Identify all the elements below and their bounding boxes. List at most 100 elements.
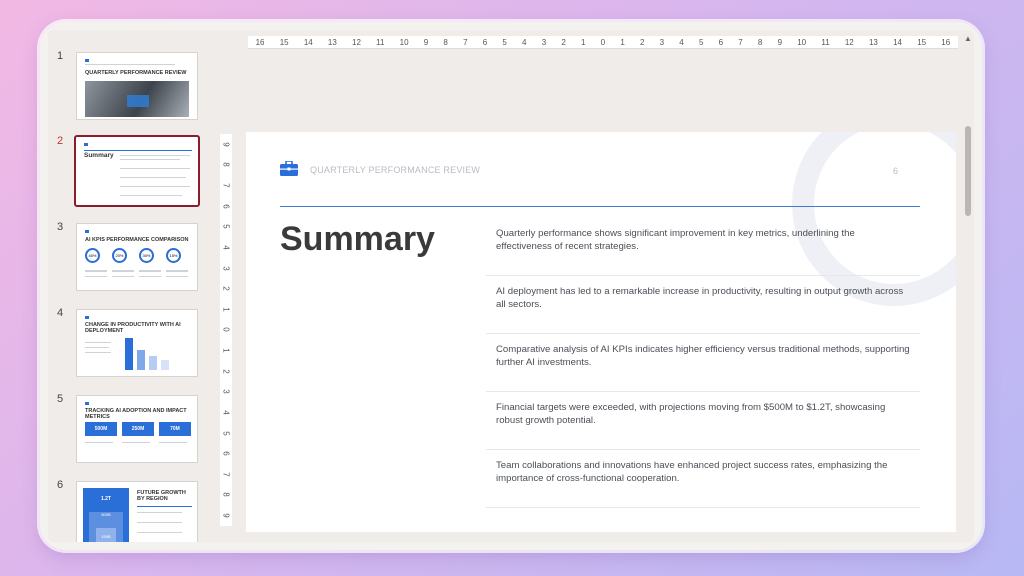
kpi-ring: 30% <box>139 248 154 263</box>
ruler-tick-label: 9 <box>777 37 783 47</box>
ruler-tick-label: 1 <box>221 307 231 312</box>
ruler-tick-label: 10 <box>399 37 409 47</box>
ruler-tick-label: 4 <box>522 37 527 47</box>
slide-thumbnail-1[interactable]: QUARTERLY PERFORMANCE REVIEW <box>76 52 198 120</box>
thumbnail-title: FUTURE GROWTH BY REGION <box>137 490 186 502</box>
horizontal-ruler[interactable]: 16 15 14 13 12 11 10 9 8 7 6 5 4 3 2 1 0 1 2 3 4 5 6 7 8 9 10 11 12 1… <box>248 36 958 49</box>
ruler-tick-label: 2 <box>639 37 645 47</box>
thumbnail-title: CHANGE IN PRODUCTIVITY WITH AI DEPLOYMEN… <box>85 322 181 334</box>
ruler-tick-label: 14 <box>303 37 313 47</box>
device-frame: 1 QUARTERLY PERFORMANCE REVIEW 2 Summary <box>40 22 982 550</box>
thumbnail-photo <box>85 81 189 117</box>
briefcase-icon <box>280 161 298 176</box>
ruler-tick-label: 11 <box>821 37 830 47</box>
ruler-tick-label: 15 <box>279 37 289 47</box>
thumbnail-title: QUARTERLY PERFORMANCE REVIEW <box>85 70 187 76</box>
vertical-ruler[interactable]: 9 8 7 6 5 4 3 2 1 0 1 2 3 4 5 6 7 8 9 <box>220 134 232 526</box>
ruler-tick-label: 16 <box>941 37 951 47</box>
header-divider <box>280 206 920 207</box>
ruler-tick-label: 4 <box>221 410 231 415</box>
slide-number: 2 <box>57 135 64 147</box>
ruler-tick-label: 13 <box>868 37 878 47</box>
ruler-tick-label: 15 <box>917 37 927 47</box>
scrollbar-thumb[interactable] <box>965 126 971 216</box>
ruler-tick-label: 0 <box>600 37 606 47</box>
ruler-tick-label: 7 <box>738 37 743 47</box>
ruler-tick-label: 1 <box>221 348 231 353</box>
metric-label: 150B <box>96 528 116 542</box>
ruler-tick-label: 6 <box>482 37 488 47</box>
slide-thumbnail-2[interactable]: Summary <box>74 135 200 207</box>
slide-thumbnail-5[interactable]: TRACKING AI ADOPTION AND IMPACT METRICS … <box>76 395 198 463</box>
ruler-tick-label: 4 <box>221 245 231 250</box>
ruler-tick-label: 3 <box>659 37 665 47</box>
ruler-tick-label: 3 <box>221 389 231 395</box>
ruler-tick-label: 1 <box>620 37 625 47</box>
ruler-tick-label: 5 <box>698 37 704 47</box>
ruler-tick-label: 16 <box>255 37 265 47</box>
presentation-app: 1 QUARTERLY PERFORMANCE REVIEW 2 Summary <box>48 30 974 542</box>
ruler-tick-label: 8 <box>221 492 231 498</box>
slide-number: 1 <box>57 50 64 62</box>
ruler-tick-label: 6 <box>718 37 724 47</box>
ruler-tick-label: 10 <box>797 37 807 47</box>
ruler-tick-label: 8 <box>443 37 448 47</box>
ruler-tick-label: 0 <box>221 327 231 333</box>
ruler-tick-label: 13 <box>327 37 337 47</box>
ruler-tick-label: 14 <box>893 37 902 47</box>
metric-label: 1.2T <box>100 496 111 502</box>
ruler-tick-label: 3 <box>541 37 547 47</box>
kpi-ring: 20% <box>112 248 127 263</box>
ruler-tick-label: 5 <box>221 224 231 230</box>
ruler-tick-label: 7 <box>463 37 468 47</box>
kpi-ring: 15% <box>166 248 181 263</box>
ruler-tick-label: 9 <box>423 37 429 47</box>
ruler-tick-label: 9 <box>221 513 231 518</box>
ruler-tick-label: 5 <box>502 37 507 47</box>
ruler-tick-label: 5 <box>221 430 231 436</box>
ruler-tick-label: 9 <box>221 142 231 147</box>
ruler-tick-label: 3 <box>221 265 231 271</box>
summary-item[interactable]: AI deployment has led to a remarkable in… <box>486 276 920 334</box>
metric-box: 250M <box>122 422 154 436</box>
thumbnail-title: AI KPIS PERFORMANCE COMPARISON <box>85 237 189 243</box>
scroll-up-icon[interactable]: ▲ <box>964 34 972 43</box>
slide-canvas[interactable]: QUARTERLY PERFORMANCE REVIEW 6 Summary Q… <box>246 132 956 532</box>
vertical-scrollbar[interactable]: ▲ <box>962 30 974 542</box>
slide-thumbnail-4[interactable]: CHANGE IN PRODUCTIVITY WITH AI DEPLOYMEN… <box>76 309 198 377</box>
summary-list: Quarterly performance shows significant … <box>486 218 920 508</box>
ruler-tick-label: 2 <box>221 368 231 374</box>
thumbnail-title: Summary <box>84 152 114 159</box>
ruler-tick-label: 7 <box>221 472 231 477</box>
ruler-tick-label: 12 <box>352 37 361 47</box>
slide-number: 4 <box>57 307 64 319</box>
slide-page-number: 6 <box>892 166 898 176</box>
ruler-tick-label: 1 <box>581 37 586 47</box>
slide-number: 3 <box>57 221 64 233</box>
slide-title[interactable]: Summary <box>280 220 435 259</box>
thumbnail-graphic: 1.2T 500B 150B <box>83 488 129 542</box>
ruler-tick-label: 2 <box>221 286 231 291</box>
ruler-tick-label: 11 <box>376 37 385 47</box>
slide-header-text: QUARTERLY PERFORMANCE REVIEW <box>310 165 481 175</box>
summary-item[interactable]: Comparative analysis of AI KPIs indicate… <box>486 334 920 392</box>
ruler-tick-label: 12 <box>844 37 854 47</box>
metric-box: 500M <box>85 422 117 436</box>
metric-box: 70M <box>159 422 191 436</box>
summary-item[interactable]: Quarterly performance shows significant … <box>486 218 920 276</box>
summary-item[interactable]: Financial targets were exceeded, with pr… <box>486 392 920 450</box>
ruler-tick-label: 8 <box>757 37 763 47</box>
ruler-tick-label: 2 <box>561 37 566 47</box>
slide-number: 5 <box>57 393 64 405</box>
thumbnail-title: TRACKING AI ADOPTION AND IMPACT METRICS <box>85 408 187 420</box>
slide-thumbnail-panel[interactable]: 1 QUARTERLY PERFORMANCE REVIEW 2 Summary <box>48 30 208 542</box>
kpi-ring: 40% <box>85 248 100 263</box>
ruler-tick-label: 4 <box>679 37 684 47</box>
ruler-tick-label: 6 <box>221 203 231 209</box>
summary-item[interactable]: Team collaborations and innovations have… <box>486 450 920 508</box>
ruler-tick-label: 8 <box>221 162 231 168</box>
ruler-tick-label: 6 <box>221 451 231 456</box>
slide-number: 6 <box>57 479 64 491</box>
slide-thumbnail-3[interactable]: AI KPIS PERFORMANCE COMPARISON 40% 20% 3… <box>76 223 198 291</box>
slide-thumbnail-6[interactable]: 1.2T 500B 150B FUTURE GROWTH BY REGION <box>76 481 198 542</box>
